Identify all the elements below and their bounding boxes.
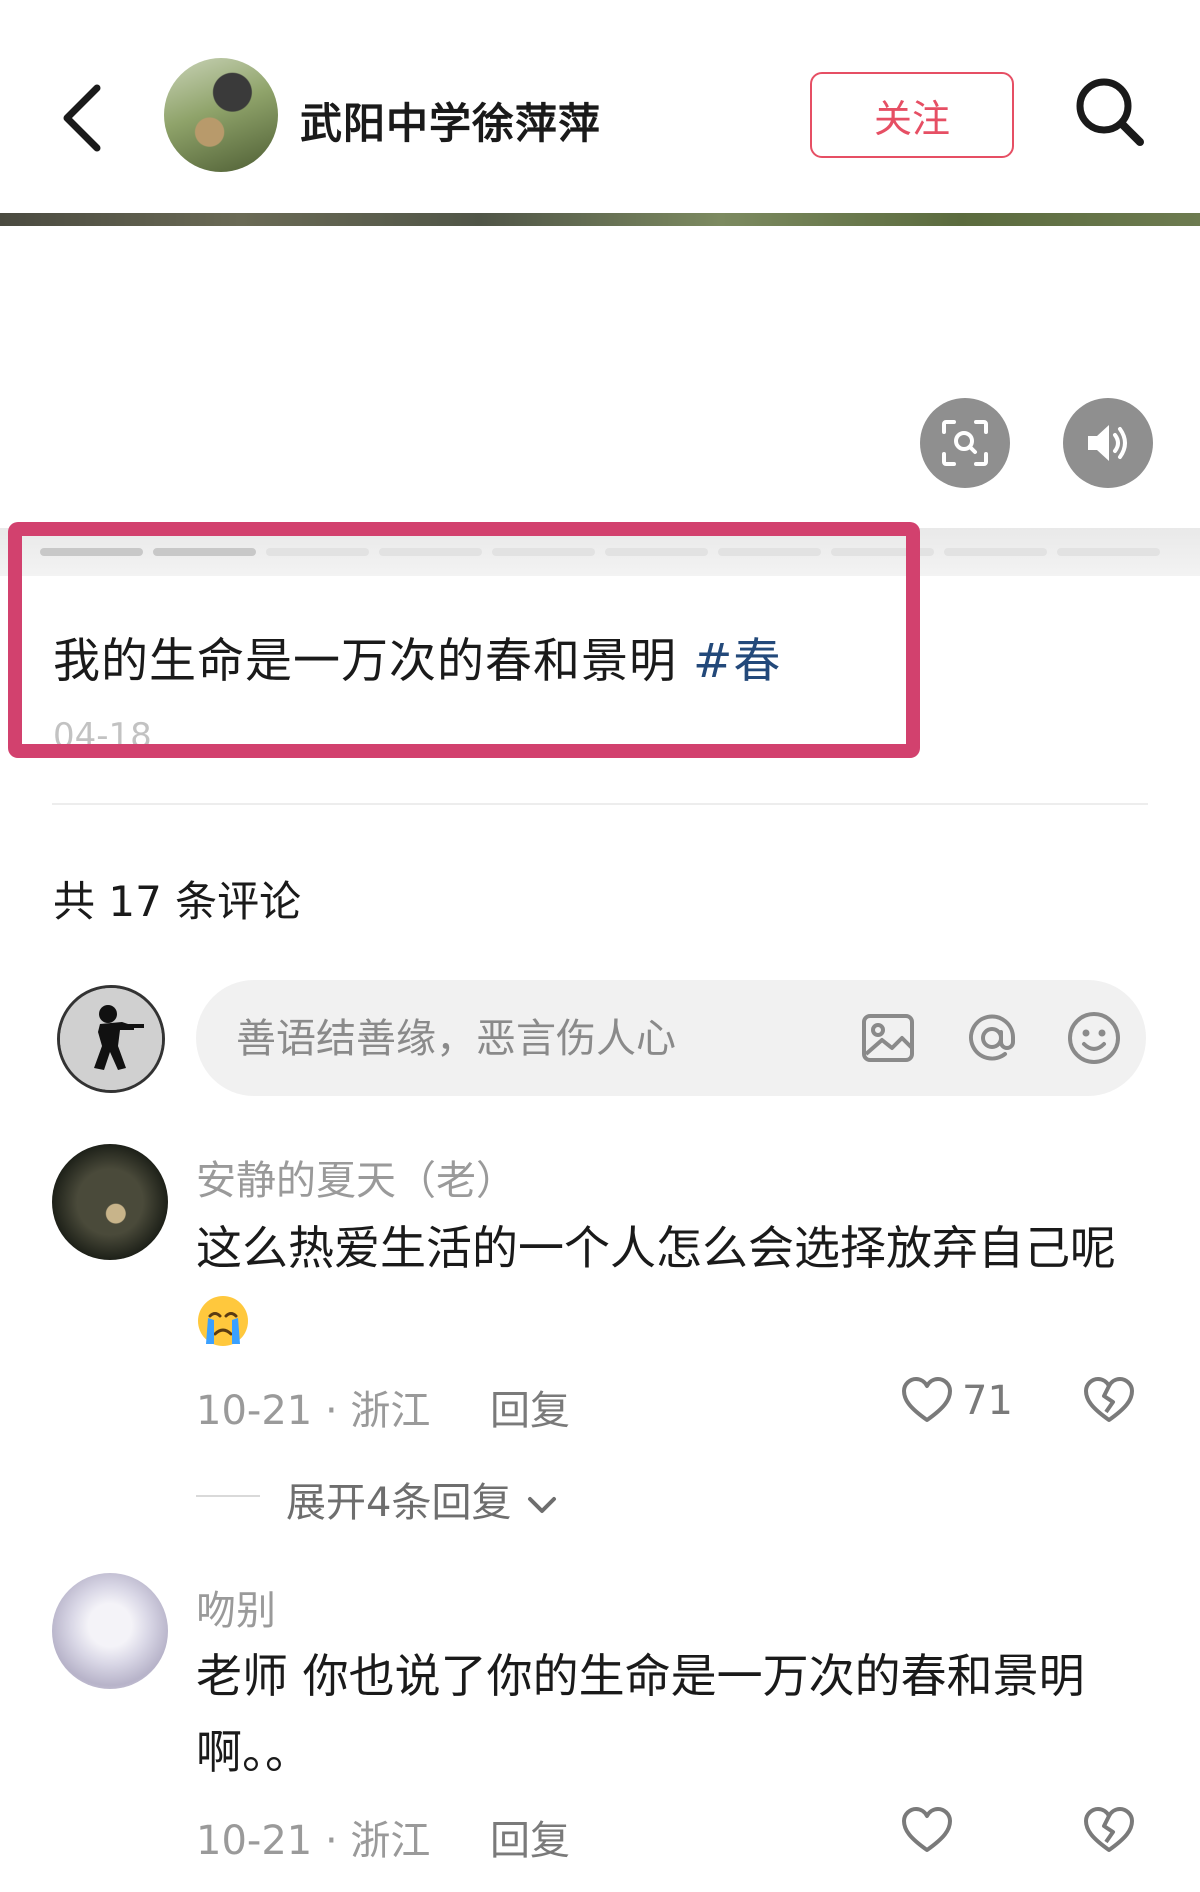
heart-icon <box>902 1807 952 1852</box>
back-button[interactable] <box>55 78 115 158</box>
emoji-icon <box>1068 1012 1120 1064</box>
progress-segment <box>1057 548 1160 556</box>
like-button[interactable] <box>900 1374 954 1428</box>
progress-segment <box>944 548 1047 556</box>
mention-button[interactable] <box>960 1006 1024 1070</box>
comment-count: 共 17 条评论 <box>53 877 302 926</box>
emoji-button[interactable] <box>1062 1006 1126 1070</box>
expand-divider <box>196 1495 260 1497</box>
comment-input[interactable] <box>234 1008 818 1070</box>
soldier-silhouette-icon <box>60 988 162 1090</box>
reply-button[interactable]: 回复 <box>490 1378 570 1436</box>
broken-heart-icon <box>1084 1807 1134 1852</box>
speaker-icon <box>1088 425 1127 461</box>
search-icon <box>1076 78 1144 146</box>
comment-text: 这么热爱生活的一个人怎么会选择放弃自己呢 <box>196 1210 1126 1362</box>
image-picker-button[interactable] <box>856 1006 920 1070</box>
at-icon <box>969 1014 1016 1061</box>
current-user-avatar <box>57 985 165 1093</box>
dislike-button[interactable] <box>1082 1374 1136 1428</box>
scan-button[interactable] <box>920 398 1010 488</box>
commenter-avatar[interactable] <box>52 1573 168 1689</box>
dislike-button[interactable] <box>1082 1804 1136 1858</box>
comment-meta: 10-21 · 浙江 <box>196 1388 431 1434</box>
highlight-annotation <box>8 522 920 758</box>
comment-meta: 10-21 · 浙江 <box>196 1818 431 1864</box>
crying-face-icon <box>198 1296 248 1346</box>
author-avatar[interactable] <box>164 58 278 172</box>
comment-body: 这么热爱生活的一个人怎么会选择放弃自己呢 <box>196 1221 1116 1275</box>
commenter-name[interactable]: 安静的夏天（老） <box>196 1148 516 1206</box>
expand-replies-button[interactable]: 展开4条回复 <box>286 1470 560 1528</box>
expand-replies-label: 展开4条回复 <box>286 1480 512 1526</box>
scan-icon <box>942 420 988 466</box>
image-icon <box>862 1014 914 1062</box>
reply-button[interactable]: 回复 <box>490 1808 570 1866</box>
author-name[interactable]: 武阳中学徐萍萍 <box>300 90 601 151</box>
post-image[interactable] <box>0 213 1200 226</box>
divider <box>52 803 1148 805</box>
chevron-down-icon <box>528 1497 557 1513</box>
sound-button[interactable] <box>1063 398 1153 488</box>
comment-input-bar[interactable] <box>196 980 1146 1096</box>
back-icon <box>63 84 101 152</box>
commenter-name[interactable]: 吻别 <box>196 1578 276 1636</box>
broken-heart-icon <box>1084 1377 1134 1422</box>
commenter-avatar[interactable] <box>52 1144 168 1260</box>
search-button[interactable] <box>1070 72 1150 152</box>
like-button[interactable] <box>900 1804 954 1858</box>
like-count: 71 <box>962 1378 1013 1424</box>
comment-text: 老师 你也说了你的生命是一万次的春和景明啊。。 <box>196 1649 1085 1779</box>
follow-button[interactable]: 关注 <box>810 72 1014 158</box>
heart-icon <box>902 1377 952 1422</box>
